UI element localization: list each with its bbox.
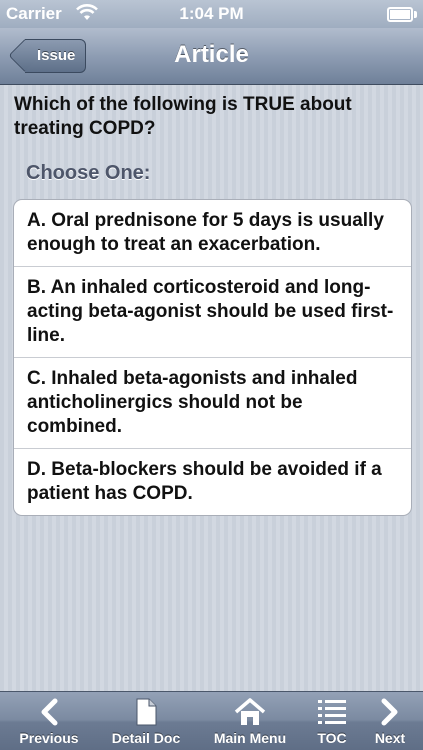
answer-option-a[interactable]: A. Oral prednisone for 5 days is usually… (14, 200, 411, 267)
document-icon (136, 698, 157, 726)
question-text: Which of the following is TRUE about tre… (14, 94, 352, 139)
main-menu-button[interactable]: Main Menu (203, 692, 297, 750)
chevron-right-icon (381, 698, 398, 726)
answer-list: A. Oral prednisone for 5 days is usually… (13, 199, 412, 516)
detail-doc-label: Detail Doc (111, 730, 181, 746)
previous-label: Previous (19, 730, 79, 746)
list-icon (318, 700, 346, 724)
answer-option-c[interactable]: C. Inhaled beta-agonists and inhaled ant… (14, 358, 411, 449)
answer-option-b[interactable]: B. An inhaled corticosteroid and long-ac… (14, 267, 411, 358)
status-time: 1:04 PM (179, 4, 244, 23)
chevron-left-icon (41, 698, 58, 726)
next-button[interactable]: Next (364, 692, 416, 750)
answer-option-d[interactable]: D. Beta-blockers should be avoided if a … (14, 449, 411, 515)
page-title: Article (174, 41, 249, 68)
toc-label: TOC (317, 730, 347, 746)
main-menu-label: Main Menu (213, 730, 287, 746)
bottom-toolbar: Previous Detail Doc Main Menu TOC Next (0, 691, 423, 750)
detail-doc-button[interactable]: Detail Doc (100, 692, 192, 750)
toc-button[interactable]: TOC (308, 692, 356, 750)
home-icon (234, 698, 266, 725)
next-label: Next (374, 730, 406, 746)
battery-icon (387, 7, 417, 22)
status-bar: Carrier 1:04 PM (0, 0, 423, 28)
previous-button[interactable]: Previous (10, 692, 88, 750)
navigation-bar: Issue Article (0, 28, 423, 85)
choose-prompt: Choose One: (26, 162, 151, 184)
